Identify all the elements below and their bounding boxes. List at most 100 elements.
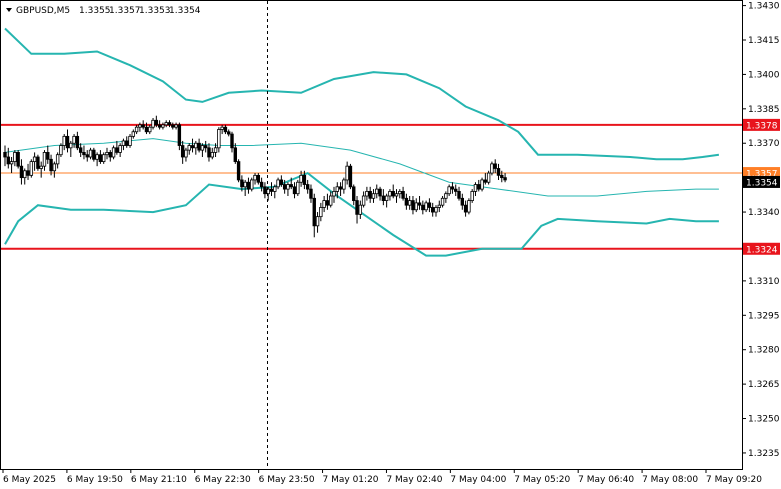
symbol-timeframe: GBPUSD,M5 <box>16 6 70 16</box>
price-tick-label: 1.3265 <box>748 380 780 390</box>
candle-body-bear <box>493 163 497 169</box>
candle-body-bear <box>503 177 507 181</box>
candle-body-bull <box>210 152 214 158</box>
candle-body-bear <box>256 174 261 183</box>
candle-body-bull <box>29 161 34 176</box>
candle-body-bull <box>319 207 323 218</box>
price-chart[interactable]: 1.34301.34151.34001.33851.33701.33551.33… <box>0 0 781 489</box>
candle-body-bear <box>197 142 201 151</box>
candle-body-bull <box>220 126 224 130</box>
candle-body-bear <box>125 140 129 146</box>
candle-body-bull <box>250 179 254 190</box>
ohlc-open: 1.3355 <box>79 6 111 16</box>
candle-body-bear <box>289 184 293 188</box>
candle-body-bear <box>450 186 455 190</box>
price-tick-label: 1.3310 <box>748 277 780 287</box>
candle-body-bull <box>13 152 17 162</box>
candle-body-bull <box>23 170 27 179</box>
candle-body-bear <box>411 200 415 211</box>
level-tag-label-1: 1.3324 <box>746 245 778 255</box>
candle-body-bull <box>414 202 418 211</box>
candle-body-bull <box>111 147 116 158</box>
candle-body-bear <box>500 174 504 179</box>
candle-body-bull <box>253 174 257 181</box>
candle-body-bear <box>227 131 231 135</box>
chart-header: GBPUSD,M5 1.3355 1.3357 1.3353 1.3354 <box>6 6 201 16</box>
candle-body-bull <box>72 135 76 144</box>
candle-body-bear <box>19 165 24 179</box>
candle <box>92 147 96 162</box>
candle-body-bull <box>467 200 471 213</box>
candle-body-bear <box>49 158 53 172</box>
candle-body-bear <box>483 179 488 183</box>
candle-body-bear <box>157 124 162 128</box>
time-tick-label: 7 May 06:40 <box>578 475 634 485</box>
candle-body-bear <box>154 119 159 126</box>
candle-body-bull <box>138 124 142 128</box>
plot-frame <box>0 0 743 470</box>
candle-body-bull <box>55 154 60 165</box>
candle-body-bear <box>454 188 458 192</box>
candle-body-bull <box>444 193 448 199</box>
candle <box>480 177 484 192</box>
candle-body-bull <box>329 195 333 206</box>
candle-body-bear <box>292 186 297 195</box>
candle <box>128 134 132 148</box>
candle-body-bull <box>121 140 126 146</box>
candle <box>236 159 241 183</box>
candle-body-bear <box>302 174 307 185</box>
candle-body-bear <box>352 186 356 201</box>
candle-body-bear <box>325 200 330 206</box>
candle-body-bear <box>167 122 172 126</box>
candle-body-bull <box>299 174 303 183</box>
candle-body-bear <box>378 188 382 197</box>
candle-body-bull <box>88 149 93 158</box>
candle-body-bull <box>39 165 43 169</box>
candle-body-bear <box>78 147 83 153</box>
candle-body-bear <box>141 124 145 128</box>
candle-body-bear <box>259 181 264 188</box>
candle-body-bull <box>151 119 155 128</box>
candle-body-bear <box>427 202 432 208</box>
price-tick-label: 1.3235 <box>748 449 780 459</box>
candle-body-bull <box>286 184 290 190</box>
candle <box>490 161 494 176</box>
price-tick-label: 1.3400 <box>748 70 780 80</box>
candle-body-bull <box>273 186 277 192</box>
candle-body-bull <box>424 202 428 211</box>
candle-body-bull <box>200 145 205 151</box>
candle-body-bull <box>490 163 494 174</box>
candle <box>111 145 116 160</box>
candle-body-bear <box>391 191 395 197</box>
candle-body-bear <box>417 202 422 206</box>
candle-body-bull <box>102 154 106 162</box>
time-tick-label: 7 May 02:40 <box>386 475 442 485</box>
candle-body-bull <box>342 179 346 190</box>
candle-body-bull <box>345 165 349 181</box>
ohlc-close: 1.3354 <box>169 6 201 16</box>
candle-body-bull <box>164 122 168 126</box>
candle-body-bull <box>161 124 165 128</box>
time-tick-label: 7 May 09:20 <box>706 475 762 485</box>
candle-body-bull <box>59 145 63 156</box>
price-tick-label: 1.3280 <box>748 346 780 356</box>
candle-body-bull <box>95 154 99 160</box>
candle-body-bull <box>371 193 376 199</box>
candle-body-bull <box>62 135 66 146</box>
candle-body-bear <box>309 188 313 199</box>
candle-body-bear <box>368 191 372 199</box>
candle-body-bear <box>26 170 30 176</box>
candle <box>29 159 34 178</box>
candle-body-bear <box>463 204 468 213</box>
candle-body-bull <box>358 204 363 215</box>
time-tick-label: 6 May 21:10 <box>131 475 187 485</box>
time-axis[interactable]: 6 May 2025 6 May 19:50 6 May 21:10 6 May 22… <box>2 469 762 485</box>
candle-body-bear <box>98 154 103 162</box>
candle-body-bull <box>217 129 221 149</box>
candle-body-bull <box>486 172 491 183</box>
price-axis[interactable]: 1.34301.34151.34001.33851.33701.33551.33… <box>742 2 780 459</box>
candle-body-bear <box>190 145 195 149</box>
candle-body-bear <box>348 165 353 188</box>
price-tick-label: 1.3370 <box>748 139 780 149</box>
candle <box>467 198 471 215</box>
